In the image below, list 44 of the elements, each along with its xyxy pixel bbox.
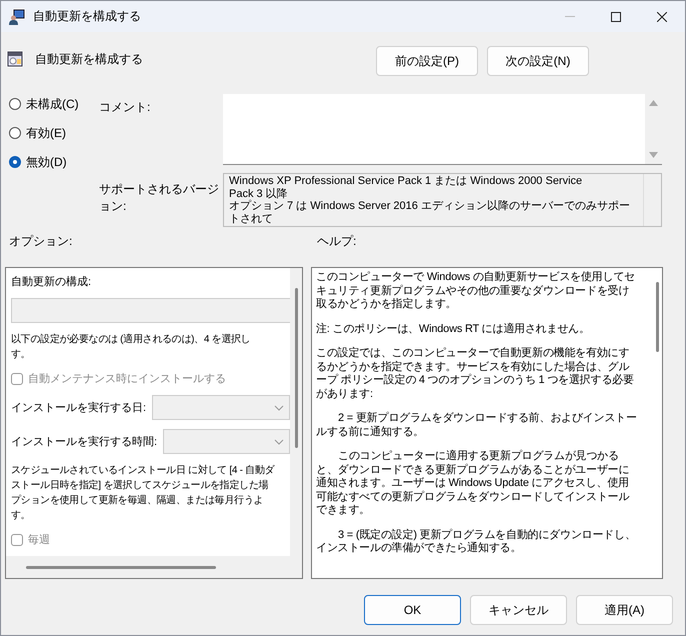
radio-button[interactable]: [9, 98, 21, 110]
options-paragraph: スケジュールされているインストール日 に対して [4 - 自動ダ ストール日時を指定] を選択してスケジュールを指定した場 プションを使用して更新を毎週、隔週、または毎月行うよ す。: [11, 464, 276, 523]
options-label: オプション:: [9, 234, 72, 248]
scrollbar-thumb[interactable]: [294, 288, 298, 448]
combo-label: インストールを実行する時間:: [11, 434, 158, 449]
maximize-icon: [611, 12, 621, 22]
help-label: ヘルプ:: [317, 232, 356, 250]
policy-settings-icon: [7, 51, 23, 67]
dialog-button[interactable]: 適用(A): [576, 595, 673, 625]
radio-label[interactable]: 有効(E): [26, 124, 66, 142]
scroll-down-icon: [649, 152, 658, 158]
help-paragraph: このコンピューターで Windows の自動更新サービスを使用してセキュリティ更新プログラムやその他の重要なダウンロードを受け取るかどうかを指定します。: [316, 271, 636, 312]
chevron-down-icon: [274, 404, 284, 410]
radio-button[interactable]: [9, 127, 21, 139]
chevron-down-icon: [274, 438, 284, 444]
comment-label: コメント:: [99, 99, 152, 116]
close-icon: [657, 12, 667, 22]
radio-label[interactable]: 無効(D): [26, 154, 67, 170]
help-paragraph: 注: このポリシーは、Windows RT には適用されません。: [316, 322, 591, 336]
nav-button[interactable]: 前の設定(P): [376, 46, 478, 76]
window-title: 自動更新を構成する: [33, 8, 142, 25]
dialog-button[interactable]: OK: [364, 595, 461, 625]
supported-label: サポートされるバージョン:: [99, 181, 220, 215]
supported-text-line: オプション 7 は Windows Server 2016 エディション以降のサーバーでのみサポートされて: [229, 200, 631, 225]
options-heading: 自動更新の構成:: [11, 274, 92, 289]
comment-field[interactable]: [223, 94, 662, 165]
dialog-button[interactable]: キャンセル: [470, 595, 567, 625]
help-paragraph: 2 = 更新プログラムをダウンロードする前、およびインストールする前に通知する。: [316, 412, 638, 439]
supported-text-line: Pack 3 以降: [229, 188, 289, 200]
help-paragraph: このコンピューターに適用する更新プログラムが見つかると、ダウンロードできる更新プログラムがあることがユーザーに通知されます。ユーザーは Windows Update にアクセスし、使用可能なすべての更新プログラムをダウンロードしてインストールできます。: [316, 450, 630, 518]
computer-user-icon: [9, 8, 25, 24]
nav-button[interactable]: 次の設定(N): [487, 46, 589, 76]
minimize-icon: [565, 16, 575, 17]
supported-text-line: Windows XP Professional Service Pack 1 または Windows 2000 Service: [229, 175, 584, 188]
policy-title: 自動更新を構成する: [35, 50, 143, 68]
options-paragraph: 以下の設定が必要なのは (適用されるのは)、4 を選択し す。: [11, 332, 252, 362]
help-paragraph: 3 = (既定の設定) 更新プログラムを自動的にダウンロードし、インストールの準備ができたら通知する。: [316, 528, 637, 556]
radio-label[interactable]: 未構成(C): [26, 96, 79, 112]
scroll-up-icon: [649, 100, 658, 106]
combo-label: インストールを実行する日:: [11, 400, 146, 415]
radio-button[interactable]: [9, 156, 21, 168]
scrollbar-thumb[interactable]: [26, 566, 216, 568]
help-paragraph: この設定では、このコンピューターで自動更新の機能を有効にするかどうかを指定できます。サービスを有効にした場合は、グループ ポリシー設定の 4 つのオプションのうち 1 つを選択する必要があります:: [316, 347, 635, 401]
scrollbar-thumb[interactable]: [656, 282, 658, 352]
